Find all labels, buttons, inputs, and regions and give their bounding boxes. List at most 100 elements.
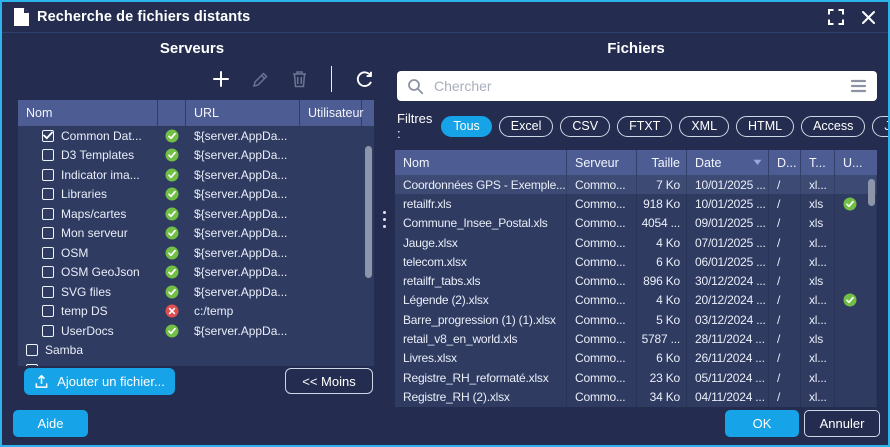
file-row[interactable]: retailfr_tabs.xlsCommo...896 Ko30/12/202…	[395, 271, 877, 290]
server-url: ${server.AppDa...	[186, 226, 374, 240]
filter-pill-excel[interactable]: Excel	[499, 116, 554, 137]
filter-pill-json[interactable]: JSON	[872, 116, 890, 137]
server-scrollbar-thumb[interactable]	[365, 146, 372, 278]
server-checkbox[interactable]	[42, 286, 54, 298]
delete-server-button[interactable]	[291, 70, 308, 88]
file-row[interactable]: telecom.xlsxCommo...6 Ko06/01/2025 .../x…	[395, 252, 877, 271]
server-row[interactable]	[18, 360, 374, 366]
file-server: Commo...	[567, 387, 637, 406]
server-checkbox[interactable]	[26, 364, 38, 366]
server-toolbar	[8, 64, 376, 94]
search-menu-icon[interactable]	[850, 79, 867, 93]
add-file-button[interactable]: Ajouter un fichier...	[24, 368, 175, 395]
server-row[interactable]: Samba	[18, 341, 374, 361]
file-row[interactable]: Registre_RH (2).xlsxCommo...34 Ko04/11/2…	[395, 387, 877, 406]
server-row[interactable]: OSM${server.AppDa...	[18, 243, 374, 263]
file-column-label: Nom	[403, 156, 429, 170]
refresh-servers-button[interactable]	[355, 70, 374, 89]
file-row[interactable]: Jauge.xlsxCommo...4 Ko07/01/2025 .../xl.…	[395, 233, 877, 252]
server-checkbox[interactable]	[42, 247, 54, 259]
server-checkbox[interactable]	[42, 188, 54, 200]
file-row[interactable]: Livres.xlsxCommo...6 Ko26/11/2024 .../xl…	[395, 349, 877, 368]
file-row[interactable]: Coordonnées GPS - Exemple....Commo...7 K…	[395, 175, 877, 194]
server-checkbox[interactable]	[42, 208, 54, 220]
add-file-label: Ajouter un fichier...	[57, 374, 165, 389]
less-button[interactable]: << Moins	[285, 368, 373, 394]
ok-button[interactable]: OK	[725, 410, 799, 437]
server-column-header[interactable]: Utilisateur	[300, 100, 362, 126]
file-date: 10/01/2025 ...	[687, 194, 769, 213]
filters-label: Filtres :	[397, 111, 432, 141]
server-row[interactable]: Mon serveur ${server.AppDa...	[18, 224, 374, 244]
file-column-header[interactable]: D...	[769, 150, 801, 175]
server-column-header[interactable]	[158, 100, 186, 126]
file-used	[835, 233, 877, 252]
file-column-label: Date	[695, 156, 721, 170]
server-row[interactable]: Libraries${server.AppDa...	[18, 185, 374, 205]
server-column-header[interactable]	[362, 100, 374, 126]
filter-pill-ftxt[interactable]: FTXT	[617, 116, 672, 137]
search-input[interactable]	[432, 77, 850, 95]
file-size: 4 Ko	[637, 233, 687, 252]
server-column-header[interactable]: Nom	[18, 100, 158, 126]
file-row[interactable]: Commune_Insee_Postal.xlsCommo...4054 ...…	[395, 214, 877, 233]
server-row[interactable]: Indicator ima...${server.AppDa...	[18, 165, 374, 185]
server-row[interactable]: D3 Templates${server.AppDa...	[18, 146, 374, 166]
server-row[interactable]: Common Dat...${server.AppDa...	[18, 126, 374, 146]
cancel-button[interactable]: Annuler	[804, 410, 880, 437]
filter-pill-csv[interactable]: CSV	[560, 116, 610, 137]
server-checkbox[interactable]	[42, 227, 54, 239]
file-column-header[interactable]: T...	[801, 150, 835, 175]
upload-icon	[34, 374, 49, 389]
filter-pill-html[interactable]: HTML	[736, 116, 794, 137]
file-row[interactable]: retailfr.xlsCommo...918 Ko10/01/2025 ...…	[395, 194, 877, 213]
filter-pill-access[interactable]: Access	[801, 116, 865, 137]
file-row[interactable]: Barre_progression (1) (1).xlsxCommo...5 …	[395, 310, 877, 329]
server-checkbox[interactable]	[42, 130, 54, 142]
file-date: 10/01/2025 ...	[687, 175, 769, 194]
file-type: xls	[801, 329, 835, 348]
server-table: Nom URLUtilisateur Common Dat...${server.…	[18, 100, 374, 366]
close-button[interactable]	[861, 10, 876, 25]
fullscreen-button[interactable]	[827, 8, 845, 26]
file-used	[835, 291, 877, 310]
file-size: 4054 ...	[637, 214, 687, 233]
server-checkbox[interactable]	[42, 149, 54, 161]
server-checkbox[interactable]	[42, 169, 54, 181]
file-type: xl...	[801, 175, 835, 194]
server-column-header[interactable]: URL	[186, 100, 300, 126]
server-checkbox[interactable]	[42, 325, 54, 337]
help-button[interactable]: Aide	[13, 410, 88, 437]
files-scrollbar-thumb[interactable]	[868, 179, 875, 206]
server-checkbox[interactable]	[42, 266, 54, 278]
server-checkbox[interactable]	[42, 305, 54, 317]
file-name: retailfr.xls	[395, 194, 567, 213]
file-column-header[interactable]: Serveur	[567, 150, 637, 175]
add-server-button[interactable]	[212, 70, 230, 88]
status-ok-icon	[165, 148, 179, 162]
file-date: 07/01/2025 ...	[687, 233, 769, 252]
file-row[interactable]: retail_v8_en_world.xlsCommo...5787 ...28…	[395, 329, 877, 348]
splitter-handle[interactable]	[383, 211, 386, 228]
file-row[interactable]: Registre_RH_reformaté.xlsxCommo...23 Ko0…	[395, 368, 877, 387]
server-name: Mon serveur	[61, 226, 128, 240]
files-heading: Fichiers	[395, 40, 877, 57]
edit-server-button[interactable]	[251, 70, 270, 89]
server-row[interactable]: UserDocs${server.AppDa...	[18, 321, 374, 341]
file-folder: /	[769, 349, 801, 368]
server-row[interactable]: temp DSc:/temp	[18, 302, 374, 322]
filter-pill-xml[interactable]: XML	[679, 116, 729, 137]
server-row[interactable]: SVG files${server.AppDa...	[18, 282, 374, 302]
file-folder: /	[769, 387, 801, 406]
server-checkbox[interactable]	[26, 344, 38, 356]
file-column-header[interactable]: U...	[835, 150, 877, 175]
file-column-header[interactable]: Nom	[395, 150, 567, 175]
file-folder: /	[769, 252, 801, 271]
filter-pill-tous[interactable]: Tous	[441, 116, 491, 137]
file-column-header[interactable]: Date	[687, 150, 769, 175]
server-url: ${server.AppDa...	[186, 246, 374, 260]
server-row[interactable]: OSM GeoJson${server.AppDa...	[18, 263, 374, 283]
server-row[interactable]: Maps/cartes${server.AppDa...	[18, 204, 374, 224]
file-row[interactable]: Légende (2).xlsxCommo...4 Ko20/12/2024 .…	[395, 291, 877, 310]
file-column-header[interactable]: Taille	[637, 150, 687, 175]
